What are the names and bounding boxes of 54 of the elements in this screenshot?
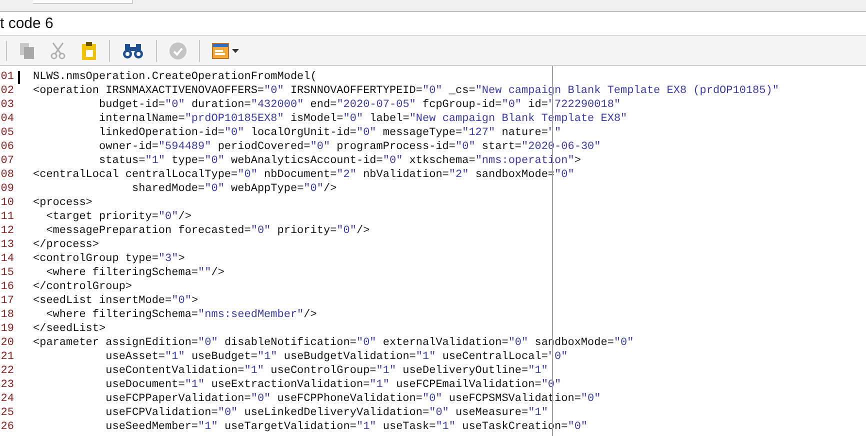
code-line: </seedList> xyxy=(33,322,106,336)
line-number: 12 xyxy=(0,224,14,238)
code-line: <controlGroup type="3"> xyxy=(33,252,185,266)
line-number: 20 xyxy=(0,336,14,350)
code-line: </process> xyxy=(33,238,100,252)
window-icon xyxy=(212,42,229,58)
code-line: <target priority="0"/> xyxy=(45,210,192,224)
code-line: <operation IRSNMAXACTIVENOVAOFFERS="0" IRSNNOVAOFFERTYPEID="0" _cs="New campaign Blank Template EX8 (prdOP10185)" xyxy=(33,84,779,98)
code-line: <process> xyxy=(33,196,92,210)
line-number: 10 xyxy=(0,196,14,210)
line-number: 18 xyxy=(0,308,14,322)
line-number: 15 xyxy=(0,266,14,280)
binoculars-icon[interactable] xyxy=(122,42,144,58)
code-line: <centralLocal centralLocalType="0" nbDocument="2" nbValidation="2" sandboxMode="0" xyxy=(33,168,574,182)
line-number: 23 xyxy=(0,378,14,392)
code-line: useContentValidation="1" useControlGroup="1" useDeliveryOutline="1" xyxy=(104,364,548,378)
line-number: 04 xyxy=(0,112,14,126)
line-number: 25 xyxy=(0,406,14,420)
clipboard-icon[interactable] xyxy=(81,40,97,60)
line-number: 14 xyxy=(0,252,14,266)
code-line: <where filteringSchema="nms:seedMember"/> xyxy=(45,308,317,322)
line-number: 16 xyxy=(0,280,14,294)
code-line: sharedMode="0" webAppType="0"/> xyxy=(131,182,337,196)
line-number: 01 xyxy=(0,70,14,84)
line-number: 13 xyxy=(0,238,14,252)
line-number: 09 xyxy=(0,182,14,196)
line-number: 17 xyxy=(0,294,14,308)
window-dropdown-button[interactable] xyxy=(212,42,239,58)
line-number: 07 xyxy=(0,154,14,168)
code-line: <messagePreparation forecasted="0" priority="0"/> xyxy=(45,224,370,238)
code-line: <where filteringSchema=""/> xyxy=(45,266,224,280)
line-number: 03 xyxy=(0,98,14,112)
line-number: 22 xyxy=(0,364,14,378)
line-number: 06 xyxy=(0,140,14,154)
caret-icon xyxy=(232,48,239,52)
line-number: 02 xyxy=(0,84,14,98)
code-line: budget-id="0" duration="432000" end="2020-07-05" fcpGroup-id="0" id="722290018" xyxy=(98,98,621,112)
line-number: 08 xyxy=(0,168,14,182)
code-line: owner-id="594489" periodCovered="0" programProcess-id="0" start="2020-06-30" xyxy=(98,140,601,154)
line-number: 24 xyxy=(0,392,14,406)
code-line: <seedList insertMode="0"> xyxy=(33,294,198,308)
line-number: 21 xyxy=(0,350,14,364)
code-line: useFCPPaperValidation="0" useFCPPhoneValidation="0" useFCPSMSValidation="0" xyxy=(104,392,601,406)
code-line: useFCPValidation="0" useLinkedDeliveryValidation="0" useMeasure="1" xyxy=(104,406,548,420)
line-number: 26 xyxy=(0,420,14,434)
code-line: status="1" type="0" webAnalyticsAccount-id="0" xtkschema="nms:operation"> xyxy=(98,154,581,168)
code-line: useSeedMember="1" useTargetValidation="1" useTask="1" useTaskCreation="0" xyxy=(104,420,588,434)
line-number: 19 xyxy=(0,322,14,336)
code-line: internalName="prdOP10185EX8" isModel="0" label="New campaign Blank Template EX8" xyxy=(98,112,628,126)
code-line: </controlGroup> xyxy=(33,280,132,294)
code-line: <parameter assignEdition="0" disableNotification="0" externalValidation="0" sandboxMode="0" xyxy=(33,336,634,350)
line-number: 05 xyxy=(0,126,14,140)
code-line: NLWS.nmsOperation.CreateOperationFromModel( xyxy=(33,70,317,84)
line-number: 11 xyxy=(0,210,14,224)
